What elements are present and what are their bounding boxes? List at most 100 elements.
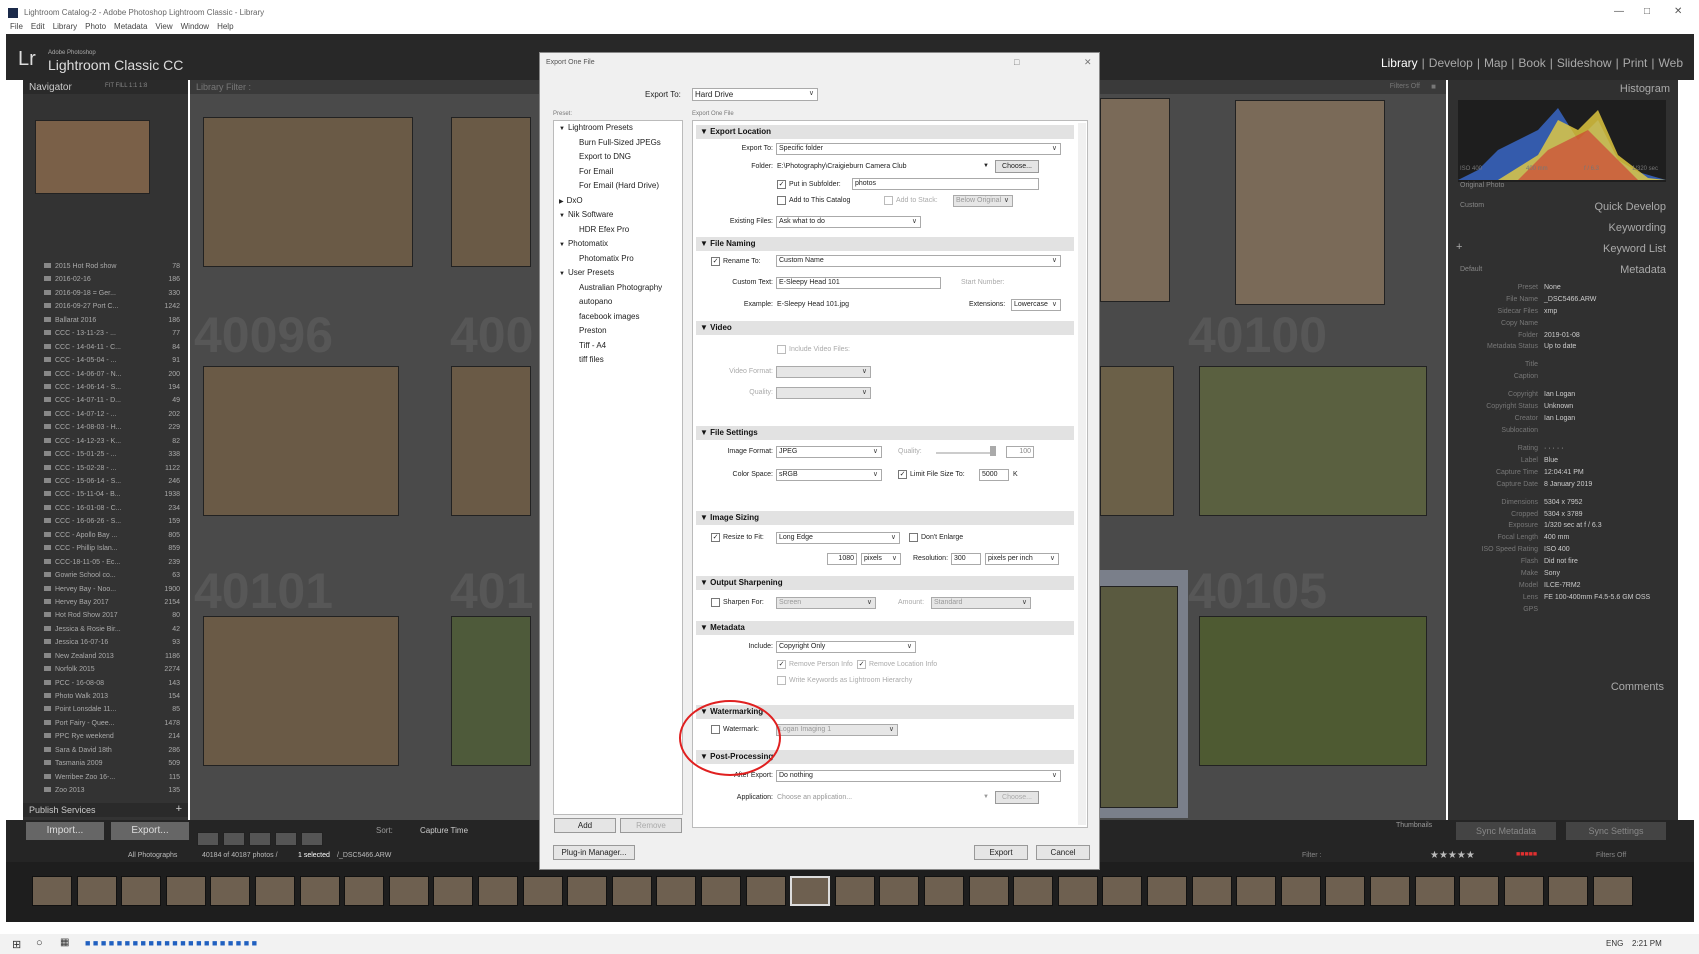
folder-item[interactable]: Jessica & Rosie Bir... 42 bbox=[44, 625, 184, 639]
plus-icon[interactable]: + bbox=[1456, 241, 1462, 253]
filmstrip-thumbnail[interactable] bbox=[344, 876, 385, 906]
filmstrip-thumbnail[interactable] bbox=[968, 876, 1009, 906]
filmstrip-thumbnail[interactable] bbox=[879, 876, 920, 906]
folder-item[interactable]: 2016-09-18 = Ger... 330 bbox=[44, 289, 184, 303]
disclosure-triangle-icon[interactable]: ▼ bbox=[559, 271, 565, 277]
limit-file-size-input[interactable]: 5000 bbox=[979, 469, 1009, 481]
photo-thumbnail[interactable] bbox=[451, 366, 531, 516]
filmstrip-thumbnail[interactable] bbox=[76, 876, 117, 906]
section-export-location[interactable]: ▼ Export Location bbox=[696, 125, 1074, 139]
dont-enlarge-checkbox[interactable] bbox=[909, 533, 918, 542]
photo-thumbnail[interactable] bbox=[1235, 100, 1385, 305]
quality-slider[interactable] bbox=[936, 452, 996, 454]
navigator-preview[interactable] bbox=[35, 120, 150, 194]
folder-item[interactable]: CCC - 14-06-07 - N... 200 bbox=[44, 370, 184, 384]
folder-item[interactable]: CCC - 15-02-28 - ... 1122 bbox=[44, 464, 184, 478]
comments-header[interactable]: Comments bbox=[1611, 681, 1664, 693]
metadata-value[interactable]: ISO 400 bbox=[1544, 546, 1570, 553]
folder-item[interactable]: Tasmania 2009 509 bbox=[44, 760, 184, 773]
filmstrip-thumbnail[interactable] bbox=[1236, 876, 1277, 906]
people-view-icon[interactable] bbox=[301, 832, 323, 846]
preset-item[interactable]: tiff files bbox=[554, 353, 682, 368]
preset-folder[interactable]: ▼ Photomatix bbox=[554, 237, 682, 252]
filmstrip-thumbnail[interactable] bbox=[1459, 876, 1500, 906]
long-edge-input[interactable]: 1080 bbox=[827, 553, 857, 565]
folder-item[interactable]: CCC - Phillip Islan... 859 bbox=[44, 545, 184, 558]
folder-item[interactable]: CCC - 13-11-23 - ... 77 bbox=[44, 330, 184, 343]
folder-item[interactable]: Hervey Bay - Noo... 1900 bbox=[44, 585, 184, 599]
menu-view[interactable]: View bbox=[155, 22, 172, 31]
metadata-value[interactable]: 2019-01-08 bbox=[1544, 332, 1580, 339]
filmstrip-source[interactable]: All Photographs bbox=[128, 852, 177, 859]
custom-text-input[interactable]: E-Sleepy Head 101 bbox=[776, 277, 941, 289]
metadata-value[interactable]: ILCE-7RM2 bbox=[1544, 582, 1581, 589]
module-print[interactable]: Print bbox=[1623, 56, 1648, 70]
filmstrip-thumbnail[interactable] bbox=[255, 876, 295, 906]
photo-thumbnail[interactable] bbox=[1100, 586, 1178, 808]
photo-thumbnail[interactable] bbox=[1100, 98, 1170, 302]
section-video[interactable]: ▼ Video bbox=[696, 321, 1074, 335]
amount-select[interactable]: Standard bbox=[931, 597, 1031, 609]
filmstrip-thumbnail[interactable] bbox=[567, 876, 608, 906]
module-book[interactable]: Book bbox=[1518, 56, 1545, 70]
filmstrip-thumbnail[interactable] bbox=[32, 876, 72, 906]
close-icon[interactable]: ✕ bbox=[1674, 6, 1682, 17]
filmstrip-filters-off[interactable]: Filters Off bbox=[1596, 852, 1626, 859]
folder-item[interactable]: Point Lonsdale 11... 85 bbox=[44, 706, 184, 719]
menu-file[interactable]: File bbox=[10, 22, 23, 31]
photo-thumbnail[interactable] bbox=[1199, 616, 1427, 766]
folder-item[interactable]: Werribee Zoo 16-... 115 bbox=[44, 773, 184, 787]
include-video-checkbox[interactable] bbox=[777, 345, 786, 354]
preset-folder[interactable]: ▼ Lightroom Presets bbox=[554, 121, 682, 136]
limit-file-size-checkbox[interactable]: ✓ bbox=[898, 470, 907, 479]
folder-item[interactable]: Jessica 16-07-16 93 bbox=[44, 639, 184, 652]
metadata-value[interactable]: 12:04:41 PM bbox=[1544, 469, 1584, 476]
chevron-down-icon[interactable]: ▼ bbox=[983, 163, 989, 169]
metadata-value[interactable]: 1/320 sec at f / 6.3 bbox=[1544, 522, 1602, 529]
export-button[interactable]: Export... bbox=[111, 822, 189, 840]
filmstrip-thumbnail[interactable] bbox=[790, 876, 831, 906]
metadata-value[interactable]: Unknown bbox=[1544, 403, 1573, 410]
menu-edit[interactable]: Edit bbox=[31, 22, 45, 31]
folder-item[interactable]: CCC - 15-06-14 - S... 246 bbox=[44, 478, 184, 491]
image-format-select[interactable]: JPEG bbox=[776, 446, 882, 458]
preset-folder[interactable]: ▶ DxO bbox=[554, 194, 682, 209]
section-file-naming[interactable]: ▼ File Naming bbox=[696, 237, 1074, 251]
after-export-select[interactable]: Do nothing bbox=[776, 770, 1061, 782]
folder-item[interactable]: CCC-18-11-05 - Ec... 239 bbox=[44, 558, 184, 572]
folder-item[interactable]: Photo Walk 2013 154 bbox=[44, 693, 184, 706]
photo-thumbnail[interactable] bbox=[451, 616, 531, 766]
extensions-select[interactable]: Lowercase bbox=[1011, 299, 1061, 311]
folder-item[interactable]: Gowrie School co... 63 bbox=[44, 572, 184, 585]
cancel-button[interactable]: Cancel bbox=[1036, 845, 1090, 860]
module-library[interactable]: Library bbox=[1381, 56, 1418, 70]
folder-item[interactable]: CCC - 14-07-11 - D... 49 bbox=[44, 397, 184, 410]
application-value[interactable]: Choose an application... bbox=[777, 794, 852, 801]
sharpen-for-checkbox[interactable] bbox=[711, 598, 720, 607]
metadata-preset-select[interactable]: Default bbox=[1460, 266, 1482, 273]
language-indicator[interactable]: ENG bbox=[1606, 939, 1623, 948]
rename-template-select[interactable]: Custom Name bbox=[776, 255, 1061, 267]
preset-item[interactable]: Preston bbox=[554, 324, 682, 339]
preset-item[interactable]: Burn Full-Sized JPEGs bbox=[554, 136, 682, 151]
export-to-select[interactable]: Hard Drive bbox=[692, 88, 818, 101]
folder-item[interactable]: Sara & David 18th 286 bbox=[44, 746, 184, 760]
filmstrip-thumbnail[interactable] bbox=[1325, 876, 1366, 906]
navigator-zoom-options[interactable]: FIT FILL 1:1 1:8 bbox=[105, 83, 147, 89]
metadata-value[interactable]: Ian Logan bbox=[1544, 391, 1575, 398]
photo-thumbnail[interactable] bbox=[1100, 366, 1174, 516]
metadata-value[interactable]: 8 January 2019 bbox=[1544, 481, 1592, 488]
remove-preset-button[interactable]: Remove bbox=[620, 818, 682, 833]
module-develop[interactable]: Develop bbox=[1429, 56, 1473, 70]
folder-item[interactable]: Zoo 2013 135 bbox=[44, 787, 184, 800]
metadata-value[interactable]: xmp bbox=[1544, 308, 1557, 315]
folder-item[interactable]: Hot Rod Show 2017 80 bbox=[44, 612, 184, 625]
choose-application-button[interactable]: Choose... bbox=[995, 791, 1039, 804]
folder-item[interactable]: PCC - 16-08-08 143 bbox=[44, 679, 184, 693]
import-button[interactable]: Import... bbox=[26, 822, 104, 840]
folder-item[interactable]: CCC - 14-06-14 - S... 194 bbox=[44, 383, 184, 397]
menu-library[interactable]: Library bbox=[53, 22, 77, 31]
folder-item[interactable]: Port Fairy - Quee... 1478 bbox=[44, 719, 184, 733]
preset-item[interactable]: autopano bbox=[554, 295, 682, 310]
preset-item[interactable]: For Email bbox=[554, 165, 682, 180]
